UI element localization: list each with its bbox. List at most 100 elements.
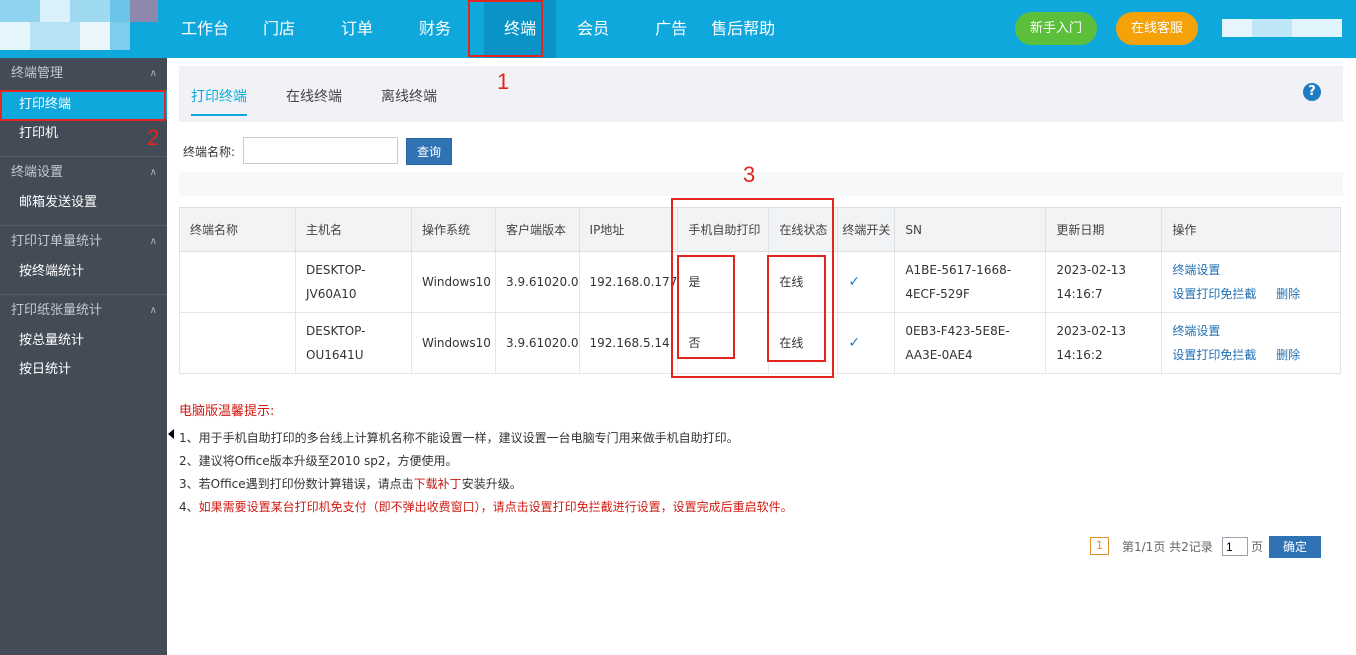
sidebar-group-label: 打印订单量统计 [11,234,103,249]
tab-offline-terminals[interactable]: 离线终端 [381,86,437,114]
sidebar-item-printer[interactable]: 打印机 [0,119,167,148]
sidebar-group-terminal-management[interactable]: 终端管理 ∧ [0,58,167,90]
annotation-number: 2 [147,125,160,150]
chevron-up-icon: ∧ [149,305,157,316]
nav-workbench[interactable]: 工作台 [168,0,242,58]
toolbar-strip [179,172,1343,196]
user-account[interactable] [1222,14,1342,42]
page-jump-input[interactable] [1222,537,1248,556]
nav-members[interactable]: 会员 [564,0,622,58]
cell-terminal-name [179,312,296,374]
tips-title: 电脑版温馨提示: [179,404,275,419]
cell-ip: 192.168.0.177 [578,251,679,313]
col-ip: IP地址 [578,207,679,252]
annotation-box-nav [468,0,543,57]
host-line: OU1641U [306,348,364,362]
annotation-number: 3 [743,162,756,187]
annotation-box-sidebar [0,90,166,121]
page-confirm-button[interactable]: 确定 [1269,536,1321,558]
cell-switch: ✓ [837,312,896,374]
sidebar-group-terminal-settings[interactable]: 终端设置 ∧ [0,156,167,188]
sidebar-item-by-day[interactable]: 按日统计 [0,355,167,384]
sidebar-group-label: 终端设置 [11,165,64,180]
sidebar-group-paper-stats[interactable]: 打印纸张量统计 ∧ [0,294,167,326]
query-button[interactable]: 查询 [406,138,452,165]
tab-online-terminals[interactable]: 在线终端 [286,86,342,114]
tip-line: 2、建议将Office版本升级至2010 sp2，方便使用。 [179,454,458,468]
col-client-version: 客户端版本 [495,207,580,252]
set-no-intercept-link[interactable]: 设置打印免拦截 [1172,287,1256,301]
date-line: 2023-02-13 [1056,324,1127,338]
cell-version: 3.9.61020.0 [495,251,580,313]
sidebar-item-email-settings[interactable]: 邮箱发送设置 [0,188,167,217]
cell-sn: A1BE-5617-1668- 4ECF-529F [894,251,1047,313]
cell-os: Windows10 [411,312,496,374]
cell-os: Windows10 [411,251,496,313]
host-line: DESKTOP- [306,324,366,338]
annotation-box-status [767,255,826,362]
col-os: 操作系统 [411,207,496,252]
sn-line: 0EB3-F423-5E8E- [905,324,1010,338]
tip-text: 安装升级。 [461,477,522,491]
tip-line: 1、用于手机自助打印的多台线上计算机名称不能设置一样，建议设置一台电脑专门用来做… [179,431,739,445]
sidebar-item-by-terminal[interactable]: 按终端统计 [0,257,167,286]
cell-actions: 终端设置 设置打印免拦截 删除 [1161,251,1341,313]
cell-update-date: 2023-02-13 14:16:2 [1045,312,1163,374]
nav-orders[interactable]: 订单 [328,0,386,58]
delete-link[interactable]: 删除 [1276,287,1300,301]
check-icon[interactable]: ✓ [848,335,860,351]
annotation-number: 1 [497,69,510,94]
delete-link[interactable]: 删除 [1276,348,1300,362]
set-no-intercept-link[interactable]: 设置打印免拦截 [1172,348,1256,362]
cell-update-date: 2023-02-13 14:16:7 [1045,251,1163,313]
host-line: DESKTOP- [306,263,366,277]
help-icon[interactable]: ? [1303,83,1321,101]
sidebar-group-order-stats[interactable]: 打印订单量统计 ∧ [0,225,167,257]
cell-host-name: DESKTOP- JV60A10 [295,251,412,313]
col-terminal-name: 终端名称 [179,207,296,252]
nav-stores[interactable]: 门店 [250,0,308,58]
logo[interactable] [0,0,166,58]
tab-print-terminals[interactable]: 打印终端 [191,86,247,116]
current-page-button[interactable]: 1 [1090,537,1109,555]
sidebar-item-by-total[interactable]: 按总量统计 [0,326,167,355]
guide-button[interactable]: 新手入门 [1015,12,1097,45]
col-update-date: 更新日期 [1045,207,1163,252]
tip-line: 3、若Office遇到打印份数计算错误，请点击下载补丁安装升级。 [179,473,793,496]
time-line: 14:16:7 [1056,287,1103,301]
cell-sn: 0EB3-F423-5E8E- AA3E-0AE4 [894,312,1047,374]
sidebar-group-label: 打印纸张量统计 [11,303,103,318]
terminal-settings-link[interactable]: 终端设置 [1172,324,1220,338]
col-host-name: 主机名 [295,207,412,252]
sn-line: 4ECF-529F [905,287,970,301]
sidebar: 终端管理 ∧ 打印终端 打印机 终端设置 ∧ 邮箱发送设置 打印订单量统计 ∧ … [0,58,167,655]
tip-line: 4、如果需要设置某台打印机免支付（即不弹出收费窗口），请点击设置打印免拦截进行设… [179,496,793,519]
col-actions: 操作 [1161,207,1341,252]
search-label: 终端名称: [183,145,236,159]
check-icon[interactable]: ✓ [848,274,860,290]
tip-text: 3、若Office遇到打印份数计算错误，请点击 [179,477,414,491]
annotation-box-self-print [677,255,735,359]
cell-actions: 终端设置 设置打印免拦截 删除 [1161,312,1341,374]
page-unit-label: 页 [1251,540,1264,554]
col-terminal-switch: 终端开关 [837,207,896,252]
nav-ads[interactable]: 广告 [642,0,700,58]
tab-bar: 打印终端 在线终端 离线终端 ? [179,66,1343,122]
cell-switch: ✓ [837,251,896,313]
nav-finance[interactable]: 财务 [406,0,464,58]
terminal-settings-link[interactable]: 终端设置 [1172,263,1220,277]
chevron-up-icon: ∧ [149,167,157,178]
tips-section: 电脑版温馨提示: 1、用于手机自助打印的多台线上计算机名称不能设置一样，建议设置… [179,400,793,519]
nav-after-sales[interactable]: 售后帮助 [698,0,788,58]
download-patch-link[interactable]: 下载补丁 [414,477,462,491]
tip-text: 4、如果需要设置某台打印机免支付（即不弹出收费窗口），请点击设置打印免拦截进行设… [179,500,793,514]
host-line: JV60A10 [306,287,357,301]
terminal-name-input[interactable] [243,137,398,164]
cursor-arrow-icon [168,429,174,439]
service-button[interactable]: 在线客服 [1116,12,1198,45]
sn-line: A1BE-5617-1668- [905,263,1012,277]
cell-version: 3.9.61020.0 [495,312,580,374]
time-line: 14:16:2 [1056,348,1103,362]
top-navbar: 工作台 门店 订单 财务 终端 会员 广告 售后帮助 新手入门 在线客服 [0,0,1356,58]
sn-line: AA3E-0AE4 [905,348,973,362]
